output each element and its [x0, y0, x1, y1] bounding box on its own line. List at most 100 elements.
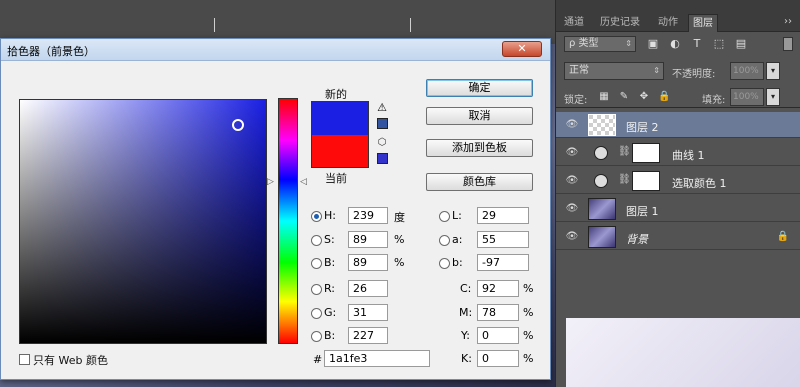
b-input[interactable]: 227: [348, 327, 388, 344]
type-filter-icon[interactable]: T: [690, 38, 704, 50]
tab-actions[interactable]: 动作: [654, 14, 682, 32]
radio-b[interactable]: [311, 331, 322, 342]
tab-history[interactable]: 历史记录: [596, 14, 644, 32]
layer-row[interactable]: 👁 背景 🔒: [556, 224, 800, 250]
blend-row: 正常 ⇕ 不透明度: 100% ▾: [556, 60, 800, 82]
lock-all-icon[interactable]: 🔒: [658, 91, 670, 103]
lab-b-input[interactable]: -97: [477, 254, 529, 271]
layer-row[interactable]: 👁 图层 2: [556, 112, 800, 138]
color-field[interactable]: [19, 99, 267, 344]
layer-name: 图层 2: [626, 121, 659, 134]
r-input[interactable]: 26: [348, 280, 388, 297]
panel-menu-icon[interactable]: ››: [784, 16, 792, 27]
eye-icon[interactable]: 👁: [564, 231, 580, 243]
h-unit: 度: [394, 211, 405, 224]
lock-row: 锁定: ▦ ✎ ✥ 🔒 填充: 100% ▾: [556, 86, 800, 108]
lock-transparency-icon[interactable]: ▦: [598, 91, 610, 103]
tab-channels[interactable]: 通道: [560, 14, 588, 32]
color-libraries-button[interactable]: 颜色库: [426, 173, 533, 191]
web-safe-swatch[interactable]: [377, 153, 388, 164]
ok-button[interactable]: 确定: [426, 79, 533, 97]
dialog-titlebar[interactable]: 拾色器（前景色） ✕: [1, 39, 550, 61]
adjustment-layer-icon: [594, 146, 608, 160]
radio-brightness[interactable]: [311, 258, 322, 269]
updown-arrow-icon: ⇕: [625, 39, 632, 48]
g-label: G:: [324, 306, 337, 319]
add-to-swatches-button[interactable]: 添加到色板: [426, 139, 533, 157]
b-label: B:: [324, 329, 336, 342]
tab-layers[interactable]: 图层: [688, 14, 718, 32]
mask-thumbnail: [632, 143, 660, 163]
radio-a[interactable]: [439, 235, 450, 246]
hue-slider[interactable]: [278, 98, 298, 344]
layer-row[interactable]: 👁 图层 1: [556, 196, 800, 222]
color-picker-dialog: 拾色器（前景色） ✕ ▷ ◁ 新的 当前 ⚠ ⬡ 确定 取消 添加到色板 颜色库…: [0, 38, 551, 380]
current-color-swatch[interactable]: [311, 135, 369, 168]
c-label: C:: [460, 282, 472, 295]
k-input[interactable]: 0: [477, 350, 519, 367]
c-input[interactable]: 92: [477, 280, 519, 297]
brightness-input[interactable]: 89: [348, 254, 388, 271]
s-input[interactable]: 89: [348, 231, 388, 248]
opacity-field[interactable]: 100%: [730, 62, 764, 80]
layer-thumbnail: [588, 226, 616, 248]
cancel-button[interactable]: 取消: [426, 107, 533, 125]
layer-row[interactable]: 👁 ⛓ 选取颜色 1: [556, 168, 800, 194]
layer-row[interactable]: 👁 ⛓ 曲线 1: [556, 140, 800, 166]
gamut-warning-icon[interactable]: ⚠: [376, 102, 388, 114]
lock-icon: 🔒: [776, 231, 789, 242]
fill-field[interactable]: 100%: [730, 88, 764, 106]
web-safe-cube-icon[interactable]: ⬡: [376, 137, 388, 149]
lock-move-icon[interactable]: ✥: [638, 91, 650, 103]
link-chain-icon: ⛓: [618, 146, 631, 157]
eye-icon[interactable]: 👁: [564, 147, 580, 159]
kind-filter-label: ρ 类型: [569, 38, 599, 49]
radio-g[interactable]: [311, 308, 322, 319]
new-color-swatch: [311, 101, 369, 135]
kind-filter-select[interactable]: ρ 类型 ⇕: [564, 36, 636, 52]
eye-icon[interactable]: 👁: [564, 175, 580, 187]
close-button[interactable]: ✕: [502, 41, 542, 57]
eye-icon[interactable]: 👁: [564, 119, 580, 131]
blend-mode-select[interactable]: 正常 ⇕: [564, 62, 664, 80]
background-light-area: [566, 318, 800, 387]
dialog-title: 拾色器（前景色）: [7, 45, 95, 58]
y-input[interactable]: 0: [477, 327, 519, 344]
g-input[interactable]: 31: [348, 304, 388, 321]
radio-l[interactable]: [439, 211, 450, 222]
hue-slider-left-arrow-icon[interactable]: ▷: [267, 177, 274, 187]
opacity-dropdown-icon[interactable]: ▾: [766, 62, 780, 80]
adjustment-filter-icon[interactable]: ◐: [668, 38, 682, 50]
hex-input[interactable]: 1a1fe3: [324, 350, 430, 367]
hue-slider-right-arrow-icon[interactable]: ◁: [300, 177, 307, 187]
pixel-filter-icon[interactable]: ▣: [646, 38, 660, 50]
brightness-label: B:: [324, 256, 336, 269]
radio-h[interactable]: [311, 211, 322, 222]
filter-toggle[interactable]: [783, 37, 793, 51]
gamut-warning-swatch[interactable]: [377, 118, 388, 129]
m-label: M:: [459, 306, 473, 319]
shape-filter-icon[interactable]: ⬚: [712, 38, 726, 50]
radio-r[interactable]: [311, 284, 322, 295]
lock-brush-icon[interactable]: ✎: [618, 91, 630, 103]
radio-s[interactable]: [311, 235, 322, 246]
h-input[interactable]: 239: [348, 207, 388, 224]
lab-b-label: b:: [452, 256, 463, 269]
a-input[interactable]: 55: [477, 231, 529, 248]
eye-icon[interactable]: 👁: [564, 203, 580, 215]
fill-dropdown-icon[interactable]: ▾: [766, 88, 780, 106]
m-input[interactable]: 78: [477, 304, 519, 321]
smart-object-filter-icon[interactable]: ▤: [734, 38, 748, 50]
layer-thumbnail: [588, 198, 616, 220]
l-label: L:: [452, 209, 462, 222]
web-colors-only-checkbox[interactable]: [19, 354, 30, 365]
l-input[interactable]: 29: [477, 207, 529, 224]
lock-label: 锁定:: [564, 95, 588, 106]
color-field-marker[interactable]: [232, 119, 244, 131]
radio-lab-b[interactable]: [439, 258, 450, 269]
m-unit: %: [523, 306, 534, 319]
layer-name: 曲线 1: [672, 149, 705, 162]
s-unit: %: [394, 233, 405, 246]
link-chain-icon: ⛓: [618, 174, 631, 185]
layer-name: 图层 1: [626, 205, 659, 218]
